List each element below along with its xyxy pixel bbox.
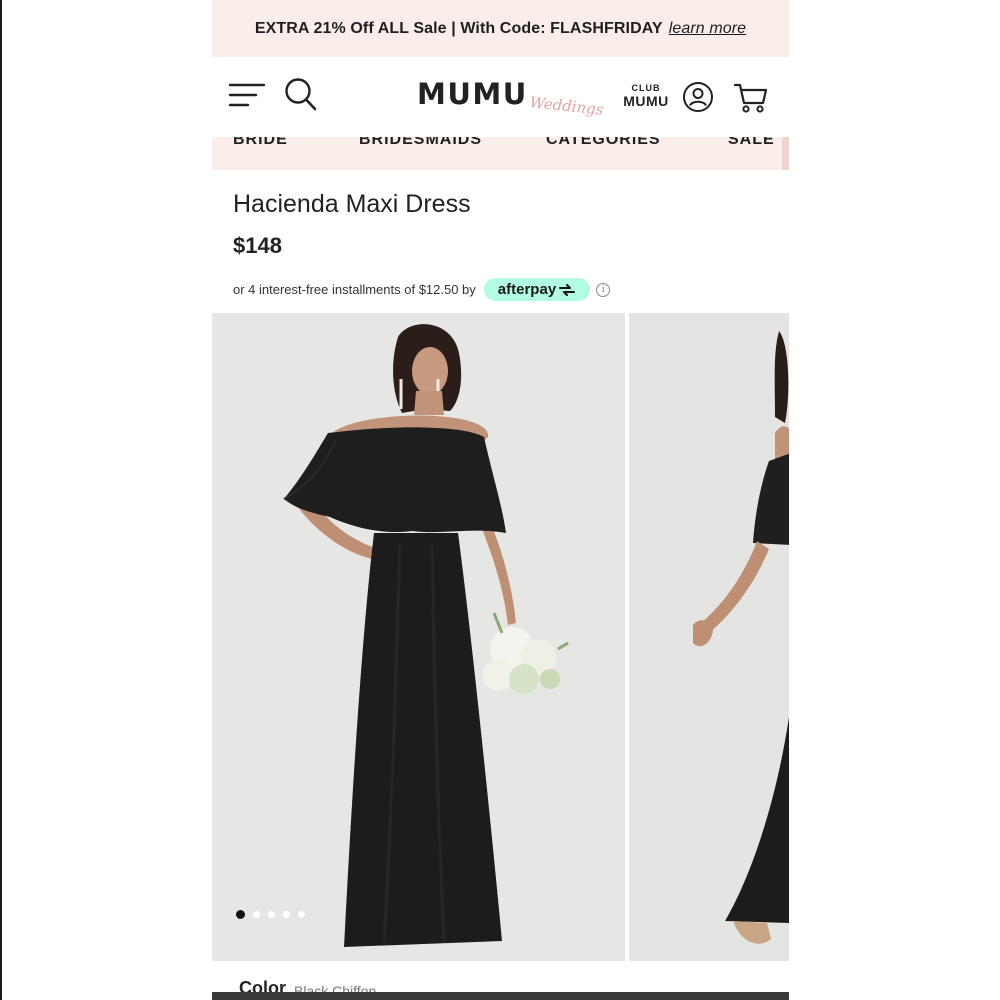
afterpay-badge[interactable]: afterpay — [483, 278, 591, 301]
model-side-illustration — [693, 331, 789, 944]
product-price: $148 — [233, 233, 282, 258]
category-nav: BRIDE BRIDESMAIDS CATEGORIES SALE — [212, 137, 789, 170]
promo-text: EXTRA 21% Off ALL Sale | With Code: FLAS… — [254, 19, 663, 37]
club-label: CLUB — [631, 83, 661, 93]
club-mumu-link[interactable]: CLUB MUMU — [622, 83, 670, 109]
cart-icon[interactable] — [733, 79, 769, 115]
learn-more-link[interactable]: learn more — [669, 20, 746, 38]
nav-scroll-edge — [782, 137, 789, 170]
nav-item-bride[interactable]: BRIDE — [233, 137, 288, 149]
club-brand: MUMU — [623, 93, 669, 109]
afterpay-label: afterpay — [497, 281, 557, 298]
info-icon[interactable]: i — [596, 282, 611, 297]
nav-item-categories[interactable]: CATEGORIES — [546, 137, 661, 149]
installments-text: or 4 interest-free installments of $12.5… — [233, 282, 476, 297]
logo-weddings-script: Weddings — [528, 93, 605, 119]
gallery-pagination — [236, 910, 305, 919]
gallery-dot-4[interactable] — [283, 911, 290, 918]
installments-row: or 4 interest-free installments of $12.5… — [233, 278, 611, 301]
product-gallery[interactable] — [212, 313, 789, 961]
account-icon[interactable] — [682, 81, 714, 113]
product-image-side[interactable] — [629, 313, 789, 961]
gallery-dot-5[interactable] — [298, 911, 305, 918]
site-header: MUMU Weddings CLUB MUMU — [212, 57, 789, 137]
gallery-dot-2[interactable] — [253, 911, 260, 918]
screen-edge — [0, 0, 2, 1000]
promo-banner: EXTRA 21% Off ALL Sale | With Code: FLAS… — [212, 0, 789, 57]
model-front-illustration — [283, 324, 569, 947]
product-image-front[interactable] — [212, 313, 625, 961]
nav-item-bridesmaids[interactable]: BRIDESMAIDS — [359, 137, 482, 149]
menu-icon[interactable] — [228, 80, 266, 110]
product-title: Hacienda Maxi Dress — [233, 190, 471, 218]
logo-wordmark: MUMU — [417, 77, 528, 111]
mobile-page: EXTRA 21% Off ALL Sale | With Code: FLAS… — [212, 0, 789, 1000]
bouquet — [482, 612, 569, 694]
search-icon[interactable] — [284, 76, 318, 112]
afterpay-arrow-icon — [559, 283, 576, 296]
bottom-toolbar — [212, 992, 789, 1000]
nav-item-sale[interactable]: SALE — [728, 137, 775, 149]
gallery-dot-3[interactable] — [268, 911, 275, 918]
gallery-dot-1[interactable] — [236, 910, 245, 919]
site-logo[interactable]: MUMU Weddings — [417, 71, 604, 119]
